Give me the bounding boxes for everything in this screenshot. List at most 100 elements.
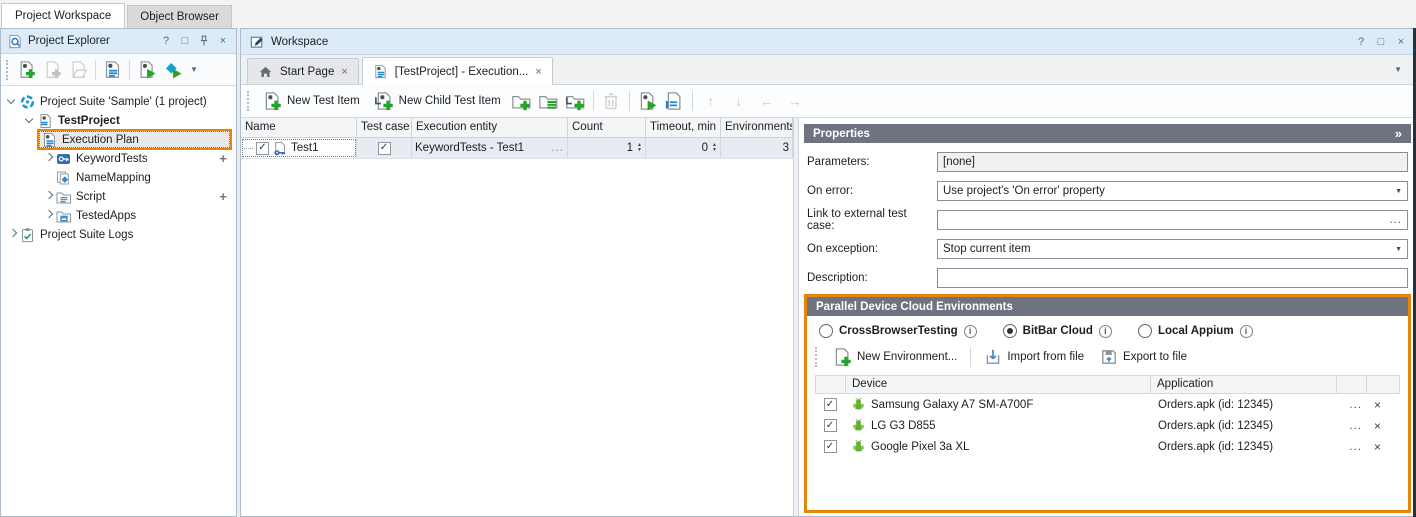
tree-item-execution-plan[interactable]: Execution Plan <box>1 130 236 149</box>
remove-environment-button[interactable]: × <box>1374 440 1381 454</box>
toolbar-grip[interactable] <box>6 60 10 80</box>
test-case-checkbox[interactable]: ✓ <box>378 142 391 155</box>
tree-item-testedapps[interactable]: TestedApps <box>1 206 236 225</box>
open-file-button[interactable] <box>67 58 90 81</box>
move-left-button[interactable]: ← <box>755 93 779 109</box>
execution-plan-selection[interactable]: Execution Plan <box>37 129 232 150</box>
toolbar-grip[interactable] <box>247 91 251 111</box>
close-tab-icon[interactable]: × <box>535 66 541 78</box>
add-new-item-button[interactable] <box>15 58 38 81</box>
on-error-dropdown[interactable]: Use project's 'On error' property▼ <box>937 181 1408 201</box>
spin-down-icon[interactable]: ▼ <box>637 148 642 153</box>
toolbar-grip[interactable] <box>815 347 819 367</box>
tree-item-namemapping[interactable]: NameMapping <box>1 168 236 187</box>
collapse-panel-icon[interactable]: » <box>1395 126 1402 141</box>
radio-bitbar-cloud[interactable]: BitBar Cloud i <box>1003 324 1112 338</box>
tree-item-project-suite[interactable]: Project Suite 'Sample' (1 project) <box>1 92 236 111</box>
chevron-down-icon[interactable] <box>24 115 37 127</box>
timeout-cell[interactable]: 0 ▲▼ <box>646 138 721 158</box>
organize-tests-button[interactable] <box>101 58 124 81</box>
radio-icon[interactable] <box>819 324 833 338</box>
count-spinner[interactable]: ▲▼ <box>637 143 642 153</box>
device-checkbox[interactable]: ✓ <box>824 440 837 453</box>
run-project-suite-button[interactable] <box>161 58 184 81</box>
tab-object-browser[interactable]: Object Browser <box>127 5 232 28</box>
spin-down-icon[interactable]: ▼ <box>712 148 717 153</box>
close-button[interactable]: × <box>1394 35 1408 49</box>
new-file-button[interactable] <box>41 58 64 81</box>
radio-icon[interactable] <box>1138 324 1152 338</box>
column-header-count[interactable]: Count <box>568 118 646 137</box>
chevron-right-icon[interactable] <box>6 229 19 241</box>
column-header-application[interactable]: Application <box>1151 376 1337 393</box>
add-script-button[interactable]: + <box>219 189 227 204</box>
enabled-checkbox[interactable]: ✓ <box>256 142 269 155</box>
link-external-input[interactable]: ... <box>937 210 1408 230</box>
edit-environment-button[interactable]: ... <box>1349 441 1362 453</box>
chevron-right-icon[interactable] <box>42 191 55 203</box>
new-test-item-button[interactable]: New Test Item <box>257 89 365 113</box>
dropdown-arrow-icon[interactable]: ▼ <box>1395 188 1402 195</box>
device-checkbox[interactable]: ✓ <box>824 398 837 411</box>
pin-icon[interactable] <box>197 34 211 48</box>
tab-start-page[interactable]: Start Page × <box>247 58 359 84</box>
import-from-file-button[interactable]: Import from file <box>979 346 1089 368</box>
tab-project-workspace[interactable]: Project Workspace <box>1 3 125 28</box>
radio-selected-icon[interactable] <box>1003 324 1017 338</box>
chevron-right-icon[interactable] <box>42 153 55 165</box>
run-options-dropdown[interactable]: ▼ <box>187 65 201 74</box>
column-header-execution-entity[interactable]: Execution entity <box>412 118 568 137</box>
column-header-name[interactable]: Name <box>241 118 357 137</box>
maximize-button[interactable]: □ <box>1374 35 1388 49</box>
close-button[interactable]: × <box>216 34 230 48</box>
close-tab-icon[interactable]: × <box>341 66 347 78</box>
table-row[interactable]: ✓ Samsung Galaxy A7 SM-A700F Orders.apk … <box>815 394 1400 415</box>
timeout-spinner[interactable]: ▲▼ <box>712 143 717 153</box>
tree-item-project-suite-logs[interactable]: Project Suite Logs <box>1 225 236 244</box>
new-child-group-button[interactable] <box>564 90 587 113</box>
parameters-input[interactable]: [none] <box>937 152 1408 172</box>
table-row[interactable]: ✓ Google Pixel 3a XL Orders.apk (id: 123… <box>815 436 1400 457</box>
radio-crossbrowsertesting[interactable]: CrossBrowserTesting i <box>819 324 977 338</box>
move-right-button[interactable]: → <box>783 93 807 109</box>
edit-environment-button[interactable]: ... <box>1349 399 1362 411</box>
group-items-button[interactable] <box>537 90 560 113</box>
tree-item-script[interactable]: Script + <box>1 187 236 206</box>
browse-button[interactable]: ... <box>1389 214 1402 226</box>
column-header-test-case[interactable]: Test case <box>357 118 412 137</box>
run-selected-button[interactable] <box>636 90 659 113</box>
tab-execution-plan[interactable]: [TestProject] - Execution... × <box>362 57 553 85</box>
execution-entity-cell[interactable]: KeywordTests - Test1 ... <box>412 138 568 158</box>
new-environment-button[interactable]: New Environment... <box>827 345 962 369</box>
count-cell[interactable]: 1 ▲▼ <box>568 138 646 158</box>
ellipsis-button[interactable]: ... <box>551 142 564 154</box>
info-icon[interactable]: i <box>1099 325 1112 338</box>
move-up-button[interactable]: ↑ <box>699 93 723 109</box>
device-checkbox[interactable]: ✓ <box>824 419 837 432</box>
add-keyword-test-button[interactable]: + <box>219 151 227 166</box>
table-row[interactable]: ✓ LG G3 D855 Orders.apk (id: 12345) ... … <box>815 415 1400 436</box>
tree-item-testproject[interactable]: TestProject <box>1 111 236 130</box>
help-button[interactable]: ? <box>1354 35 1368 49</box>
maximize-button[interactable]: □ <box>178 34 192 48</box>
remove-environment-button[interactable]: × <box>1374 398 1381 412</box>
on-exception-dropdown[interactable]: Stop current item▼ <box>937 239 1408 259</box>
run-project-button[interactable] <box>135 58 158 81</box>
description-input[interactable] <box>937 268 1408 288</box>
test-case-cell[interactable]: ✓ <box>357 138 412 158</box>
export-to-file-button[interactable]: Export to file <box>1095 346 1192 368</box>
help-button[interactable]: ? <box>159 34 173 48</box>
tree-item-keywordtests[interactable]: KeywordTests + <box>1 149 236 168</box>
dropdown-arrow-icon[interactable]: ▼ <box>1395 246 1402 253</box>
new-group-button[interactable] <box>510 90 533 113</box>
radio-local-appium[interactable]: Local Appium i <box>1138 324 1253 338</box>
run-from-selected-button[interactable] <box>663 90 686 113</box>
column-header-timeout[interactable]: Timeout, min <box>646 118 721 137</box>
edit-environment-button[interactable]: ... <box>1349 420 1362 432</box>
new-child-test-item-button[interactable]: New Child Test Item <box>369 89 506 113</box>
environments-cell[interactable]: 3 <box>721 138 793 158</box>
table-row[interactable]: ✓ Test1 ✓ KeywordTests - Test1 ... 1 ▲▼ <box>241 138 793 159</box>
column-header-checkbox[interactable] <box>816 376 846 393</box>
delete-button[interactable] <box>600 90 623 113</box>
info-icon[interactable]: i <box>964 325 977 338</box>
